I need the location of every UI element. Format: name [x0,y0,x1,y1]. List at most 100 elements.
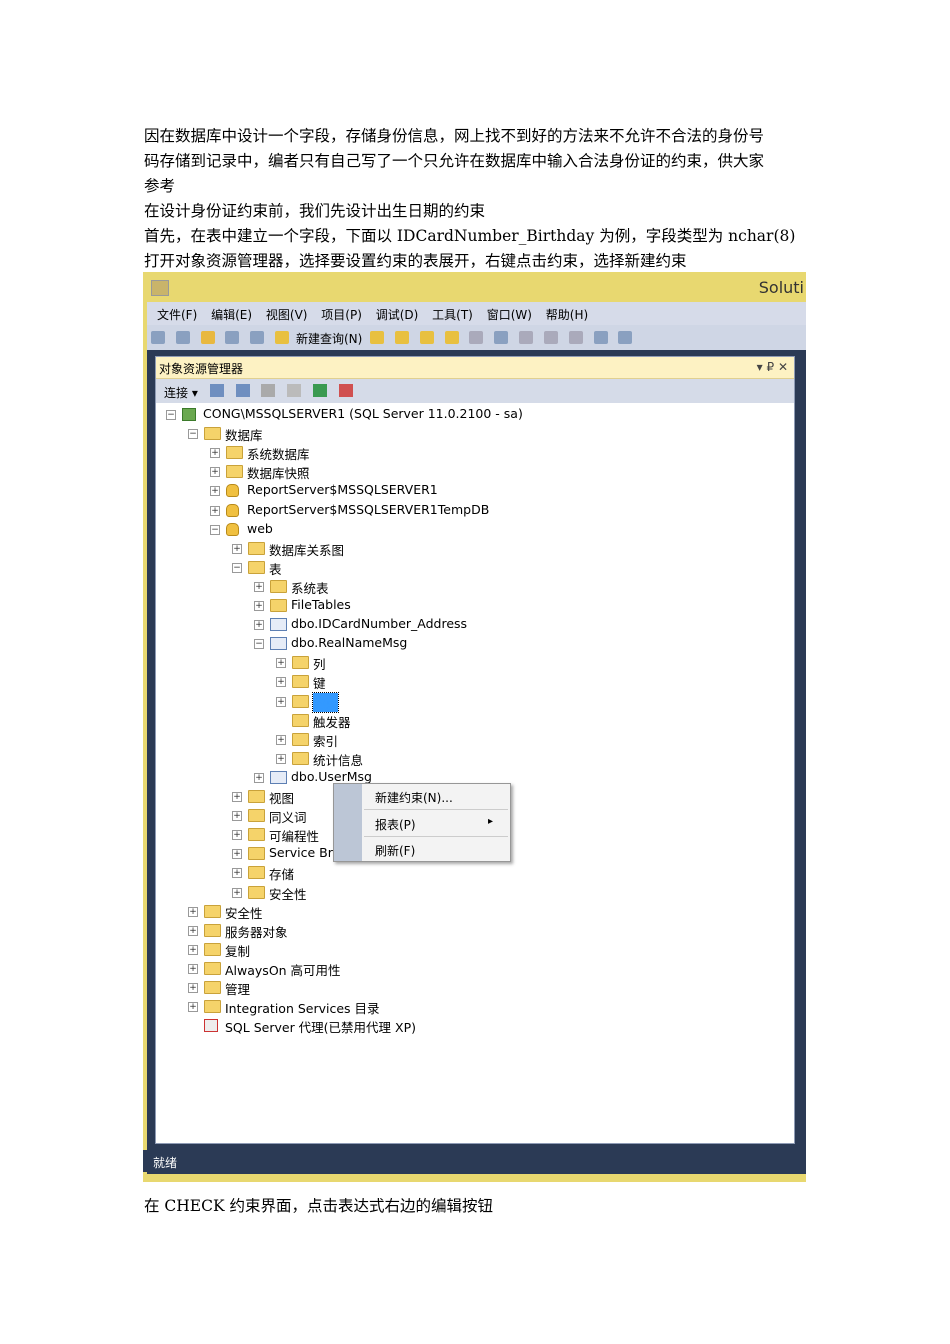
dmx-query-icon[interactable] [419,331,434,344]
menu-help[interactable]: 帮助(H) [546,306,588,323]
stop-icon[interactable] [261,384,276,397]
open-icon[interactable] [200,331,215,344]
undo-icon[interactable] [543,331,558,344]
tree-node-label[interactable]: 系统表 [291,578,329,597]
tree-node-label[interactable]: 视图 [269,788,294,807]
copy-icon[interactable] [494,331,509,344]
expand-icon[interactable]: + [254,581,264,592]
tree-node-label[interactable]: ReportServer$MSSQLSERVER1TempDB [247,502,489,517]
activity-monitor-icon[interactable] [618,331,633,344]
expand-icon[interactable]: + [276,734,286,745]
tree-node-label[interactable]: 系统数据库 [247,444,310,463]
expand-icon[interactable]: + [276,658,286,669]
save-icon[interactable] [225,331,240,344]
menu-item-new-constraint[interactable]: 新建约束(N)... [375,789,453,806]
expand-icon[interactable]: + [188,983,198,993]
panel-controls[interactable]: ▾ ₽ ✕ [757,360,788,374]
expand-icon[interactable]: + [232,887,242,898]
tree-node-label[interactable]: dbo.IDCardNumber_Address [291,616,467,631]
expand-icon[interactable]: + [232,830,242,841]
tree-node-label[interactable]: 列 [313,654,326,673]
expand-icon[interactable]: + [232,868,242,879]
expand-icon[interactable]: + [210,505,220,516]
connect-icon[interactable] [209,384,224,397]
expand-icon[interactable]: + [232,792,242,802]
tree-node-label[interactable]: 安全性 [225,903,263,922]
tree-node-label[interactable]: 复制 [225,941,250,960]
expand-icon[interactable]: + [232,849,242,860]
tree-node-label[interactable]: 索引 [313,731,338,750]
tree-node-label[interactable]: 键 [313,673,326,692]
menu-edit[interactable]: 编辑(E) [211,306,252,323]
tree-node-label[interactable]: 约束 [311,691,340,713]
menu-tools[interactable]: 工具(T) [432,306,473,323]
expand-icon[interactable]: + [188,963,198,974]
collapse-icon[interactable]: − [188,429,198,440]
tree-node-label[interactable]: 数据库快照 [247,463,310,482]
new-project-icon[interactable] [151,331,165,344]
tree-node-label[interactable]: 存储 [269,864,294,883]
xmla-query-icon[interactable] [444,331,459,344]
tree-node-label[interactable]: 触发器 [313,712,351,731]
tree-node-label[interactable]: dbo.UserMsg [291,769,372,784]
expand-icon[interactable]: + [276,753,286,764]
activity-icon[interactable] [338,384,353,397]
expand-icon[interactable]: + [188,906,198,917]
expand-icon[interactable]: + [210,467,220,478]
cut-icon[interactable] [469,331,484,344]
collapse-icon[interactable]: − [210,524,220,535]
expand-icon[interactable]: + [254,620,264,631]
collapse-icon[interactable]: − [232,562,242,573]
paste-icon[interactable] [519,331,534,344]
menu-item-reports[interactable]: 报表(P) [375,816,416,833]
expand-icon[interactable]: + [188,1002,198,1013]
expand-icon[interactable]: + [232,811,242,822]
expand-icon[interactable]: + [254,601,264,611]
tree-node-label[interactable]: ReportServer$MSSQLSERVER1 [247,482,438,497]
tree-node-label[interactable]: 管理 [225,979,250,998]
mdx-query-icon[interactable] [394,331,409,344]
expand-icon[interactable]: + [254,772,264,783]
tree-node-label[interactable]: CONG\MSSQLSERVER1 (SQL Server 11.0.2100 … [203,406,523,421]
collapse-icon[interactable]: − [254,639,264,650]
tree-node-label[interactable]: 安全性 [269,884,307,903]
menu-debug[interactable]: 调试(D) [376,306,419,323]
menu-window[interactable]: 窗口(W) [487,306,532,323]
expand-icon[interactable]: + [276,696,286,707]
tree-node-label[interactable]: 数据库 [225,425,263,444]
tree-node-label[interactable]: dbo.RealNameMsg [291,635,407,650]
expand-icon[interactable]: + [210,486,220,497]
connect-button[interactable]: 连接 ▾ [164,384,198,401]
filter-icon[interactable] [287,384,302,397]
disconnect-icon[interactable] [235,384,250,397]
save-all-icon[interactable] [250,331,265,344]
tree-node-label[interactable]: web [247,521,273,536]
tree-node-label[interactable]: 服务器对象 [225,922,288,941]
tree-node-label[interactable]: 同义词 [269,807,307,826]
new-query-icon[interactable] [275,331,290,344]
new-query-button[interactable]: 新建查询(N) [296,330,362,347]
tree-node-label[interactable]: 数据库关系图 [269,540,344,559]
expand-icon[interactable]: + [232,543,242,554]
collapse-icon[interactable]: − [166,410,176,420]
redo-icon[interactable] [568,331,583,344]
expand-icon[interactable]: + [188,925,198,936]
tree-node-label[interactable]: SQL Server 代理(已禁用代理 XP) [225,1017,416,1036]
expand-icon[interactable]: + [210,448,220,459]
tree-node-label[interactable]: FileTables [291,597,351,612]
tree-node-label[interactable]: AlwaysOn 高可用性 [225,960,341,979]
menu-item-refresh[interactable]: 刷新(F) [375,842,415,859]
tree-node-label[interactable]: 统计信息 [313,750,363,769]
menu-view[interactable]: 视图(V) [266,306,308,323]
tree-node-label[interactable]: 表 [269,559,282,578]
add-item-icon[interactable] [175,331,190,344]
tree-node-label[interactable]: Integration Services 目录 [225,998,380,1017]
refresh-icon[interactable] [312,384,327,397]
expand-icon[interactable]: + [188,944,198,955]
navigate-icon[interactable] [593,331,608,344]
menu-project[interactable]: 项目(P) [321,306,362,323]
tree-node-label[interactable]: 可编程性 [269,826,319,845]
expand-icon[interactable]: + [276,677,286,688]
menu-file[interactable]: 文件(F) [157,306,197,323]
db-engine-query-icon[interactable] [370,331,385,344]
